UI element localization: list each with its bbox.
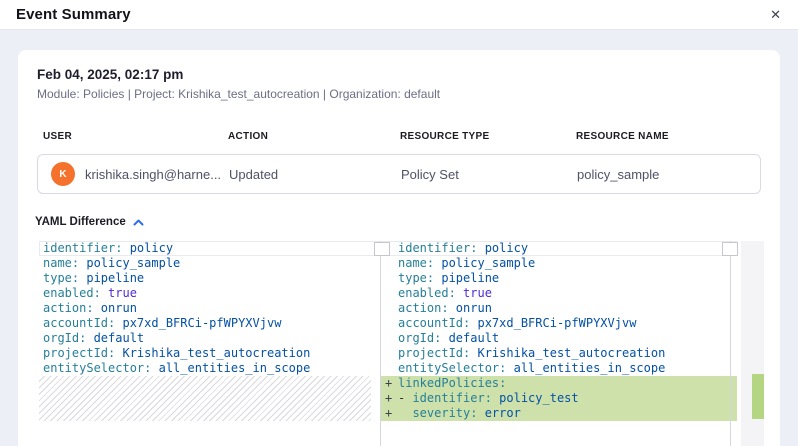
code-line: type: pipeline	[39, 271, 380, 286]
page-title: Event Summary	[16, 6, 131, 23]
code-line: name: policy_sample	[381, 256, 737, 271]
token-key: action:	[43, 301, 94, 315]
token-key: projectId:	[43, 346, 115, 360]
code-line-added: +- identifier: policy_test	[381, 391, 737, 406]
code-line: projectId: Krishika_test_autocreation	[381, 346, 737, 361]
avatar: K	[51, 162, 75, 186]
chevron-up-icon[interactable]	[133, 219, 144, 226]
code-line: accountId: px7xd_BFRCi-pfWPYXVjvw	[381, 316, 737, 331]
user-cell: K krishika.singh@harne...	[51, 162, 229, 186]
token-str: all_entities_in_scope	[151, 361, 310, 375]
token-str: error	[477, 406, 520, 420]
token-str: default	[441, 331, 499, 345]
token-key: orgId:	[43, 331, 86, 345]
token-str: policy_sample	[434, 256, 535, 270]
resource-name-cell: policy_sample	[577, 167, 760, 182]
column-header-user: USER	[43, 131, 228, 142]
code-line: entitySelector: all_entities_in_scope	[381, 361, 737, 376]
token-plain: -	[398, 391, 412, 405]
code-line: identifier: policy	[39, 241, 380, 256]
user-email: krishika.singh@harne...	[85, 167, 221, 182]
code-line: accountId: px7xd_BFRCi-pfWPYXVjvw	[39, 316, 380, 331]
token-str: policy_sample	[79, 256, 180, 270]
token-key: identifier:	[412, 391, 491, 405]
token-key: orgId:	[398, 331, 441, 345]
token-key: type:	[398, 271, 434, 285]
diff-collapsed-region	[39, 376, 371, 421]
diff-overview-ruler[interactable]	[741, 241, 764, 446]
token-key: severity:	[412, 406, 477, 420]
token-key: linkedPolicies:	[398, 376, 506, 390]
code-line: name: policy_sample	[39, 256, 380, 271]
code-line: identifier: policy	[381, 241, 737, 256]
token-str: pipeline	[434, 271, 499, 285]
token-bool: true	[456, 286, 492, 300]
event-timestamp: Feb 04, 2025, 02:17 pm	[37, 67, 780, 82]
code-line: enabled: true	[381, 286, 737, 301]
token-key: accountId:	[398, 316, 470, 330]
diff-pane-original[interactable]: identifier: policyname: policy_sampletyp…	[33, 241, 380, 421]
modal-header: Event Summary ✕	[0, 0, 798, 30]
column-header-resource-type: RESOURCE TYPE	[400, 131, 576, 142]
code-line-added: + linkedPolicies:	[381, 376, 737, 391]
code-line: enabled: true	[39, 286, 380, 301]
token-str: all_entities_in_scope	[506, 361, 665, 375]
token-str: Krishika_test_autocreation	[115, 346, 310, 360]
code-line: type: pipeline	[381, 271, 737, 286]
token-key: name:	[398, 256, 434, 270]
action-cell: Updated	[229, 167, 401, 182]
table-header: USER ACTION RESOURCE TYPE RESOURCE NAME	[18, 131, 780, 142]
left-scrollbar-slider[interactable]	[374, 242, 390, 256]
code-line: action: onrun	[39, 301, 380, 316]
diff-plus-marker: +	[385, 376, 392, 391]
token-str: onrun	[449, 301, 492, 315]
yaml-diff-editor[interactable]: identifier: policyname: policy_sampletyp…	[33, 241, 766, 446]
column-header-resource-name: RESOURCE NAME	[576, 131, 780, 142]
event-meta: Module: Policies | Project: Krishika_tes…	[37, 87, 780, 101]
token-str: px7xd_BFRCi-pfWPYXVjvw	[115, 316, 281, 330]
right-scrollbar-slider[interactable]	[722, 242, 738, 256]
token-str: default	[86, 331, 144, 345]
token-key: accountId:	[43, 316, 115, 330]
token-key: name:	[43, 256, 79, 270]
token-str: px7xd_BFRCi-pfWPYXVjvw	[470, 316, 636, 330]
code-line: orgId: default	[381, 331, 737, 346]
token-str: policy	[477, 241, 528, 255]
token-key: entitySelector:	[43, 361, 151, 375]
token-str: policy_test	[492, 391, 579, 405]
token-str: onrun	[94, 301, 137, 315]
resource-type-cell: Policy Set	[401, 167, 577, 182]
scrollbar-track-line	[730, 241, 731, 446]
column-header-action: ACTION	[228, 131, 400, 142]
event-summary-modal: Event Summary ✕ Feb 04, 2025, 02:17 pm M…	[0, 0, 798, 446]
event-card: Feb 04, 2025, 02:17 pm Module: Policies …	[18, 50, 780, 446]
token-key: enabled:	[43, 286, 101, 300]
diff-pane-modified[interactable]: identifier: policyname: policy_sampletyp…	[381, 241, 737, 421]
table-row: K krishika.singh@harne... Updated Policy…	[37, 154, 761, 194]
code-line: projectId: Krishika_test_autocreation	[39, 346, 380, 361]
code-line: orgId: default	[39, 331, 380, 346]
token-key: identifier:	[43, 241, 122, 255]
token-key: type:	[43, 271, 79, 285]
token-key: identifier:	[398, 241, 477, 255]
code-line-added: + severity: error	[381, 406, 737, 421]
token-key: enabled:	[398, 286, 456, 300]
token-plain	[398, 406, 412, 420]
yaml-difference-toggle[interactable]: YAML Difference	[35, 216, 144, 228]
token-key: projectId:	[398, 346, 470, 360]
added-lines-marker	[752, 374, 764, 419]
token-str: Krishika_test_autocreation	[470, 346, 665, 360]
token-bool: true	[101, 286, 137, 300]
diff-plus-marker: +	[385, 391, 392, 406]
yaml-difference-label: YAML Difference	[35, 216, 126, 228]
token-key: entitySelector:	[398, 361, 506, 375]
diff-plus-marker: +	[385, 406, 392, 421]
close-icon[interactable]: ✕	[768, 6, 783, 23]
code-line: action: onrun	[381, 301, 737, 316]
code-line: entitySelector: all_entities_in_scope	[39, 361, 380, 376]
token-key: action:	[398, 301, 449, 315]
token-str: pipeline	[79, 271, 144, 285]
token-str: policy	[122, 241, 173, 255]
